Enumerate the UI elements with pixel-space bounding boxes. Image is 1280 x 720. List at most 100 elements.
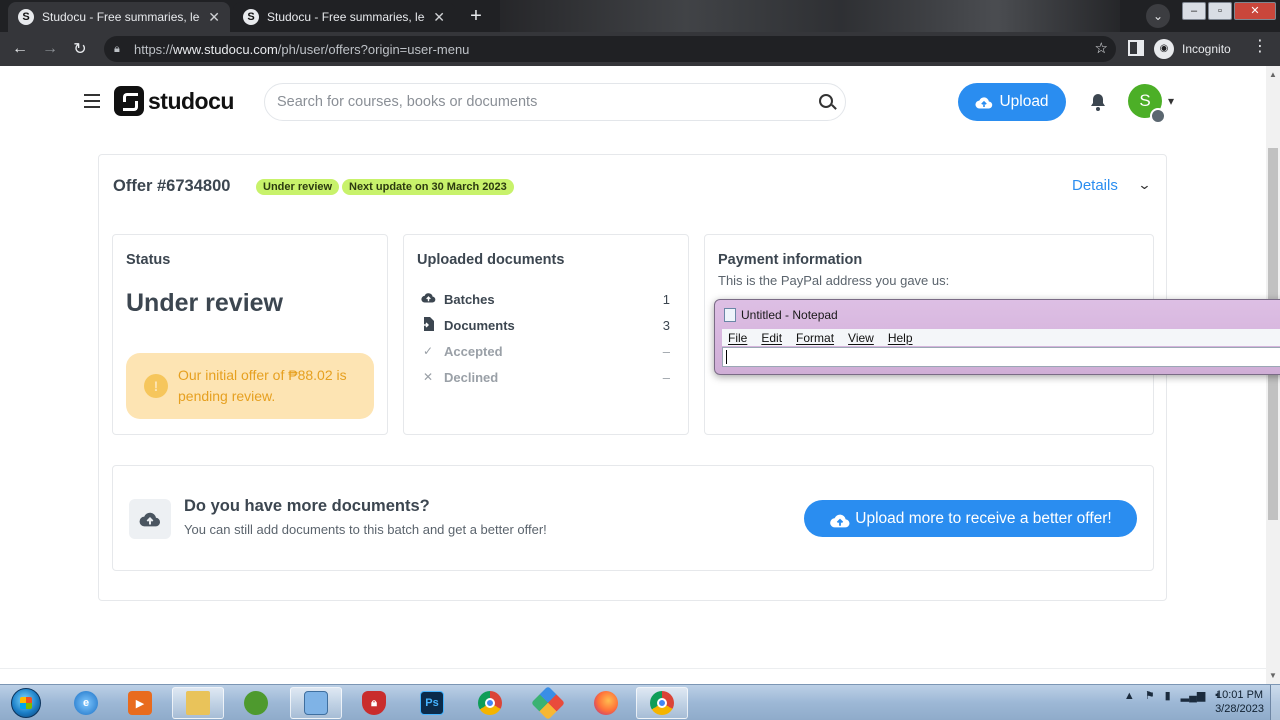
scroll-up-arrow-icon[interactable]: ▲ — [1269, 70, 1277, 79]
notepad-text-area[interactable] — [722, 347, 1280, 367]
notepad-menu-bar: File Edit Format View Help — [722, 329, 1280, 346]
window-controls: – ▫ ✕ — [1182, 2, 1276, 20]
row-label: Accepted — [444, 343, 503, 359]
show-hidden-icons-arrow-icon[interactable]: ▲ — [1124, 690, 1135, 702]
row-label: Declined — [444, 369, 499, 385]
windows-orb-icon — [11, 688, 41, 718]
upload-more-label: Upload more to receive a better offer! — [855, 509, 1112, 527]
forward-arrow-icon[interactable]: → — [35, 40, 65, 58]
taskbar-chrome-active[interactable] — [636, 687, 688, 719]
tab-search-button[interactable]: ⌄ — [1146, 4, 1170, 28]
studocu-logo[interactable]: studocu — [114, 86, 234, 116]
scroll-down-arrow-icon[interactable]: ▼ — [1269, 671, 1277, 680]
details-chevron-down-icon[interactable]: ⌄ — [1137, 177, 1151, 193]
url-host: www.studocu.com — [173, 41, 278, 57]
status-value: Under review — [126, 289, 284, 317]
taskbar-notepad[interactable] — [290, 687, 342, 719]
folder-icon — [186, 691, 210, 715]
close-window-button[interactable]: ✕ — [1234, 2, 1276, 20]
browser-tab-strip: S Studocu - Free summaries, lectur ✕ S S… — [0, 0, 1280, 32]
app-icon — [531, 686, 565, 720]
page-viewport: studocu Upload S ▾ Offer #6734800 Under … — [0, 66, 1266, 684]
hamburger-menu-icon[interactable] — [84, 94, 100, 108]
browser-menu-icon[interactable]: ⋮ — [1252, 39, 1268, 55]
studocu-favicon-icon: S — [243, 9, 259, 25]
status-heading: Status — [126, 252, 171, 268]
payment-heading: Payment information — [718, 252, 863, 268]
close-tab-icon[interactable]: ✕ — [433, 9, 445, 26]
bookmark-star-icon[interactable]: ☆ — [1095, 39, 1108, 57]
uploaded-documents-heading: Uploaded documents — [417, 252, 565, 268]
upload-button[interactable]: Upload — [958, 83, 1066, 121]
browser-tab-1[interactable]: S Studocu - Free summaries, lectur ✕ — [8, 2, 230, 32]
studocu-favicon-icon: S — [18, 9, 34, 25]
new-tab-button[interactable]: + — [464, 5, 488, 27]
tab-title: Studocu - Free summaries, lectur — [267, 10, 425, 24]
action-center-icon[interactable]: ⚑ — [1145, 689, 1155, 702]
back-arrow-icon[interactable]: ← — [5, 40, 35, 58]
browser-toolbar: ← → ↻ 🔒︎ https://www.studocu.com/ph/user… — [0, 32, 1280, 66]
document-upload-icon — [420, 316, 436, 334]
taskbar-internet-explorer[interactable]: e — [60, 687, 112, 719]
status-box: Status Under review ! Our initial offer … — [112, 234, 388, 435]
taskbar-firefox[interactable] — [580, 687, 632, 719]
close-tab-icon[interactable]: ✕ — [208, 9, 220, 26]
row-value: 3 — [662, 317, 670, 333]
chrome-icon — [478, 691, 502, 715]
batches-row: Batches 1 — [420, 289, 670, 309]
media-player-icon: ▶ — [128, 691, 152, 715]
network-icon[interactable]: ▮ — [1165, 689, 1171, 702]
menu-format[interactable]: Format — [796, 331, 834, 345]
side-panel-icon[interactable] — [1128, 40, 1144, 56]
search-input[interactable] — [277, 84, 797, 120]
address-bar[interactable]: 🔒︎ https://www.studocu.com/ph/user/offer… — [104, 36, 1116, 62]
text-caret — [726, 350, 727, 364]
notifications-bell-icon[interactable] — [1088, 92, 1108, 117]
taskbar-photoshop[interactable]: Ps — [406, 687, 458, 719]
avatar-settings-badge-icon — [1150, 108, 1166, 124]
alert-text: Our initial offer of ₱88.02 is pending r… — [178, 367, 347, 404]
notepad-window[interactable]: Untitled - Notepad File Edit Format View… — [714, 299, 1280, 375]
logo-wordmark: studocu — [148, 87, 234, 114]
payment-subtitle: This is the PayPal address you gave us: — [718, 273, 950, 288]
menu-view[interactable]: View — [848, 331, 874, 345]
incognito-icon: ◉ — [1154, 39, 1174, 59]
row-value: – — [662, 343, 670, 359]
start-button[interactable] — [6, 685, 46, 720]
taskbar-clock[interactable]: 10:01 PM 3/28/2023 — [1215, 688, 1264, 716]
chevron-down-icon[interactable]: ▾ — [1168, 94, 1174, 108]
notepad-title: Untitled - Notepad — [741, 308, 838, 322]
lock-icon: 🔒︎ — [114, 43, 120, 55]
accepted-row: ✓ Accepted – — [420, 341, 670, 361]
cloud-upload-icon — [975, 96, 993, 109]
menu-file[interactable]: File — [728, 331, 747, 345]
browser-tab-2[interactable]: S Studocu - Free summaries, lectur ✕ — [233, 2, 455, 32]
show-desktop-button[interactable] — [1270, 685, 1280, 720]
taskbar-app-colorful[interactable] — [522, 686, 574, 720]
upload-more-button[interactable]: Upload more to receive a better offer! — [804, 500, 1137, 537]
more-documents-subtitle: You can still add documents to this batc… — [184, 522, 547, 537]
notepad-icon — [724, 308, 736, 322]
tab-strip-background — [500, 0, 1120, 32]
taskbar-file-explorer[interactable] — [172, 687, 224, 719]
taskbar-chrome[interactable] — [464, 687, 516, 719]
system-tray: ▲ ⚑ ▮ ▂▄▆ 🔈︎ — [1124, 689, 1222, 702]
cloud-upload-icon — [129, 499, 171, 539]
taskbar-app-green[interactable] — [230, 687, 282, 719]
incognito-indicator[interactable]: ◉ Incognito — [1154, 36, 1231, 62]
page-scrollbar[interactable]: ▲ ▼ — [1266, 66, 1280, 684]
chrome-icon — [650, 691, 674, 715]
taskbar-media-player[interactable]: ▶ — [114, 687, 166, 719]
details-link[interactable]: Details — [1072, 177, 1118, 194]
menu-edit[interactable]: Edit — [761, 331, 782, 345]
upload-button-label: Upload — [999, 93, 1049, 110]
reload-icon[interactable]: ↻ — [65, 39, 95, 59]
menu-help[interactable]: Help — [888, 331, 913, 345]
taskbar-security-app[interactable]: 🔒︎ — [348, 687, 400, 719]
cloud-upload-icon — [420, 292, 436, 306]
signal-bars-icon[interactable]: ▂▄▆ — [1181, 689, 1206, 702]
maximize-button[interactable]: ▫ — [1208, 2, 1232, 20]
minimize-button[interactable]: – — [1182, 2, 1206, 20]
shield-icon: 🔒︎ — [362, 691, 386, 715]
search-icon[interactable] — [819, 94, 833, 108]
